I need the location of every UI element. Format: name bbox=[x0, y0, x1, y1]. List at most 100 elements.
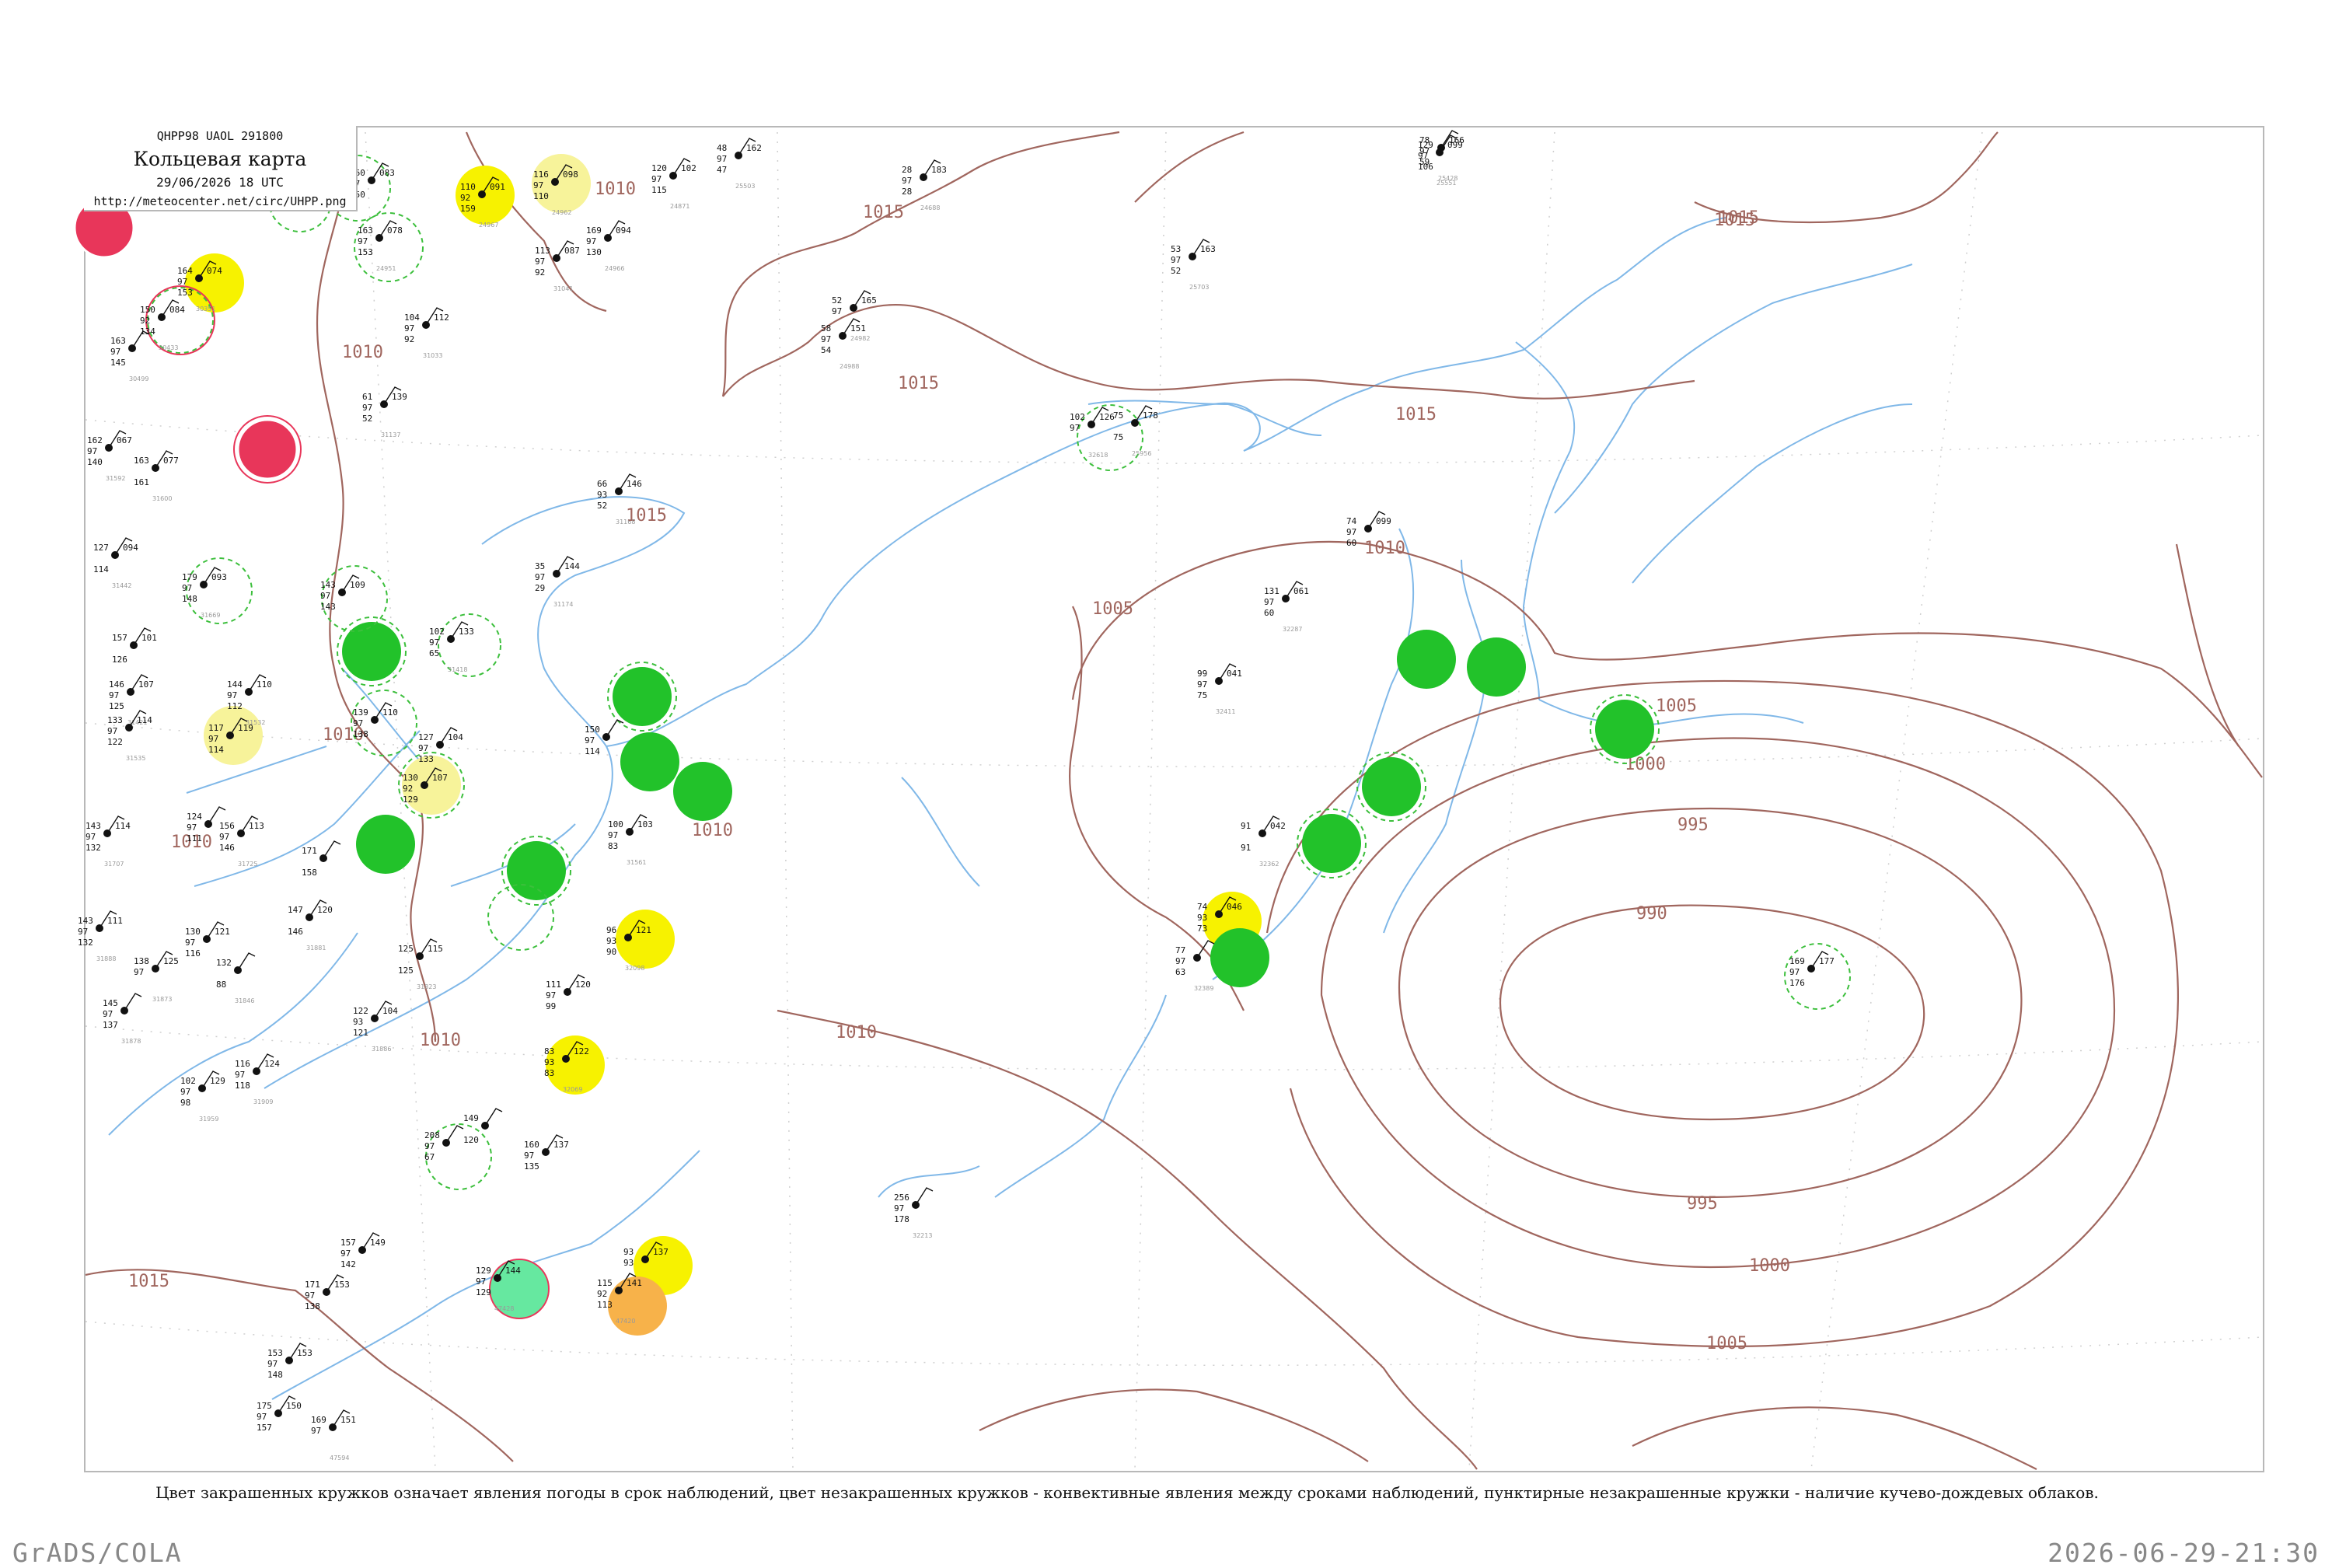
station-plot[interactable]: 122 104 93121 31886 bbox=[353, 1001, 398, 1053]
station-plot[interactable]: 127 094 114 31442 bbox=[93, 537, 138, 589]
station-dewpoint: 115 bbox=[651, 185, 667, 195]
station-circle-yellow[interactable] bbox=[185, 253, 244, 313]
station-circle-green[interactable] bbox=[1397, 630, 1456, 689]
station-plot[interactable]: 15097114 bbox=[585, 719, 624, 756]
station-plot[interactable]: 149 120 bbox=[463, 1108, 503, 1145]
station-plot[interactable]: 48 162 9747 25503 bbox=[717, 138, 762, 190]
station-plot[interactable]: 139 110 97138 bbox=[353, 702, 398, 739]
station-dewpoint: 158 bbox=[302, 868, 317, 878]
station-plot[interactable]: 100 103 9783 31561 bbox=[608, 814, 653, 866]
station-plot[interactable]: 153 15397148 bbox=[267, 1343, 312, 1380]
isobar-label: 1010 bbox=[342, 343, 383, 362]
station-circle-green[interactable] bbox=[673, 762, 732, 821]
station-plot[interactable]: 163 078 97153 24951 bbox=[358, 220, 403, 272]
station-plot[interactable]: 120 102 97115 24871 bbox=[651, 158, 696, 210]
station-plot[interactable]: 102 133 9765 31418 bbox=[429, 621, 474, 673]
station-temperature: 169 bbox=[311, 1415, 326, 1425]
station-plot[interactable]: 75 178 75 25956 bbox=[1113, 405, 1158, 457]
station-circle-green[interactable] bbox=[1362, 757, 1421, 816]
station-temperature: 156 bbox=[219, 821, 235, 831]
station-plot[interactable]: 157 101 126 bbox=[112, 627, 157, 665]
station-plot[interactable]: 25697178 32213 bbox=[894, 1187, 934, 1239]
station-plots: 1600839715011009192159249671160989711024… bbox=[78, 130, 1835, 1461]
station-plot[interactable]: 175 150 97157 bbox=[257, 1395, 302, 1433]
station-plot[interactable]: 14597137 31878 bbox=[103, 993, 142, 1045]
station-plot[interactable]: 58 151 9754 24988 bbox=[821, 318, 866, 370]
station-temperature: 100 bbox=[608, 819, 623, 829]
station-wmo-index: 25956 bbox=[1132, 450, 1151, 457]
station-pressure: 120 bbox=[317, 905, 333, 915]
station-pressure: 126 bbox=[1099, 412, 1115, 422]
station-wmo-index: 31561 bbox=[627, 859, 646, 866]
station-plot[interactable]: 66 146 9352 31168 bbox=[597, 473, 642, 526]
station-plot[interactable]: 160 137 97135 bbox=[524, 1134, 569, 1172]
station-plot[interactable]: 91 042 91 32362 bbox=[1241, 815, 1286, 868]
station-plot[interactable]: 143 111 9713231888 bbox=[78, 910, 123, 962]
station-wmo-index: 31600 bbox=[152, 495, 172, 502]
station-temperature: 122 bbox=[353, 1006, 368, 1016]
station-wmo-index: 31873 bbox=[152, 996, 172, 1003]
station-plot[interactable]: 113 087 9792 31041 bbox=[535, 240, 580, 292]
station-temperature: 131 bbox=[1264, 586, 1279, 596]
station-circle-green[interactable] bbox=[356, 815, 415, 874]
station-plot[interactable]: 35 144 9729 31174 bbox=[535, 556, 580, 608]
station-plot[interactable]: 179 093 97148 31669 bbox=[182, 567, 227, 619]
station-visibility: 92 bbox=[460, 193, 470, 203]
station-plot[interactable]: 169 094 97130 24966 bbox=[586, 220, 631, 272]
station-plot[interactable]: 147 120 146 31881 bbox=[288, 899, 333, 952]
station-visibility: 97 bbox=[110, 347, 120, 357]
station-visibility: 97 bbox=[107, 726, 117, 736]
station-plot[interactable]: 102 129 9798 31959 bbox=[180, 1070, 225, 1123]
station-wmo-index: 31725 bbox=[238, 861, 257, 868]
station-plot[interactable]: 125 11512531823 bbox=[398, 938, 443, 990]
station-temperature: 110 bbox=[460, 182, 476, 192]
station-plot[interactable]: 102 126 97 32618 bbox=[1070, 407, 1115, 459]
station-plot[interactable]: 143 109 97143 bbox=[320, 574, 365, 612]
station-dewpoint: 135 bbox=[524, 1161, 539, 1172]
station-circle-green[interactable] bbox=[1467, 637, 1526, 697]
station-temperature: 102 bbox=[429, 627, 445, 637]
station-wmo-index: 32287 bbox=[1283, 626, 1302, 633]
station-plot[interactable]: 111 120 9799 bbox=[546, 974, 591, 1011]
station-plot[interactable]: 132 88 31846 bbox=[216, 952, 256, 1004]
station-plot[interactable]: 171 158 bbox=[302, 840, 341, 878]
station-plot[interactable]: 169 151 97 47594 bbox=[311, 1409, 356, 1461]
station-plot[interactable]: 2089767 bbox=[424, 1125, 464, 1162]
station-plot[interactable]: 116 124 9711831909 bbox=[235, 1053, 280, 1105]
station-wmo-index: 24688 bbox=[920, 204, 940, 211]
station-wmo-index: 30499 bbox=[129, 375, 148, 382]
station-dewpoint: 60 bbox=[1264, 608, 1274, 618]
station-dewpoint: 110 bbox=[533, 191, 549, 201]
station-plot[interactable]: 61 139 9752 31137 bbox=[362, 386, 407, 438]
station-plot[interactable]: 157 149 97142 bbox=[340, 1232, 386, 1269]
station-plot[interactable]: 104 112 9792 31033 bbox=[404, 307, 449, 359]
station-wmo-index: 31418 bbox=[448, 666, 467, 673]
station-circle-green[interactable] bbox=[620, 732, 679, 791]
station-plot[interactable]: 130 121 97116 bbox=[185, 921, 230, 959]
station-plot[interactable]: 156 113 97146 31725 bbox=[219, 815, 264, 868]
station-plot[interactable]: 138 125 97 31873 bbox=[134, 951, 179, 1003]
station-circle-green[interactable] bbox=[1302, 814, 1361, 873]
station-plot[interactable]: 163 077 161 31600 bbox=[134, 450, 179, 502]
station-circle-green[interactable] bbox=[613, 667, 672, 726]
station-circle-green[interactable] bbox=[507, 841, 566, 900]
station-circle-green[interactable] bbox=[1210, 928, 1269, 987]
station-plot[interactable]: 1639714530499 bbox=[110, 330, 150, 382]
station-plot[interactable]: 162 067 97140 31592 bbox=[87, 430, 132, 482]
map-url[interactable]: http://meteocenter.net/circ/UHPP.png bbox=[84, 194, 356, 208]
station-circle-red[interactable] bbox=[236, 418, 298, 480]
station-circle-green[interactable] bbox=[1595, 700, 1654, 759]
station-circle-yellow[interactable] bbox=[616, 910, 675, 969]
station-plot[interactable]: 52 165 97 24982 bbox=[832, 290, 877, 342]
isobar-1010 bbox=[1071, 540, 2263, 778]
station-plot[interactable]: 131 061 9760 32287 bbox=[1264, 581, 1309, 633]
station-plot[interactable]: 53 163 9752 25703 bbox=[1171, 239, 1216, 291]
station-pressure: 144 bbox=[564, 561, 580, 571]
station-plot[interactable]: 99 041 9775 32411 bbox=[1197, 663, 1242, 715]
station-plot[interactable]: 169 177 97176 bbox=[1789, 951, 1835, 988]
station-plot[interactable]: 171 153 97138 bbox=[305, 1274, 350, 1311]
station-plot[interactable]: 133 114 97122 31535 bbox=[107, 710, 152, 762]
station-plot[interactable]: 143 114 97132 31707 bbox=[86, 815, 131, 868]
isobar-label: 1010 bbox=[692, 821, 733, 840]
station-plot[interactable]: 779763 32389 bbox=[1175, 940, 1215, 992]
